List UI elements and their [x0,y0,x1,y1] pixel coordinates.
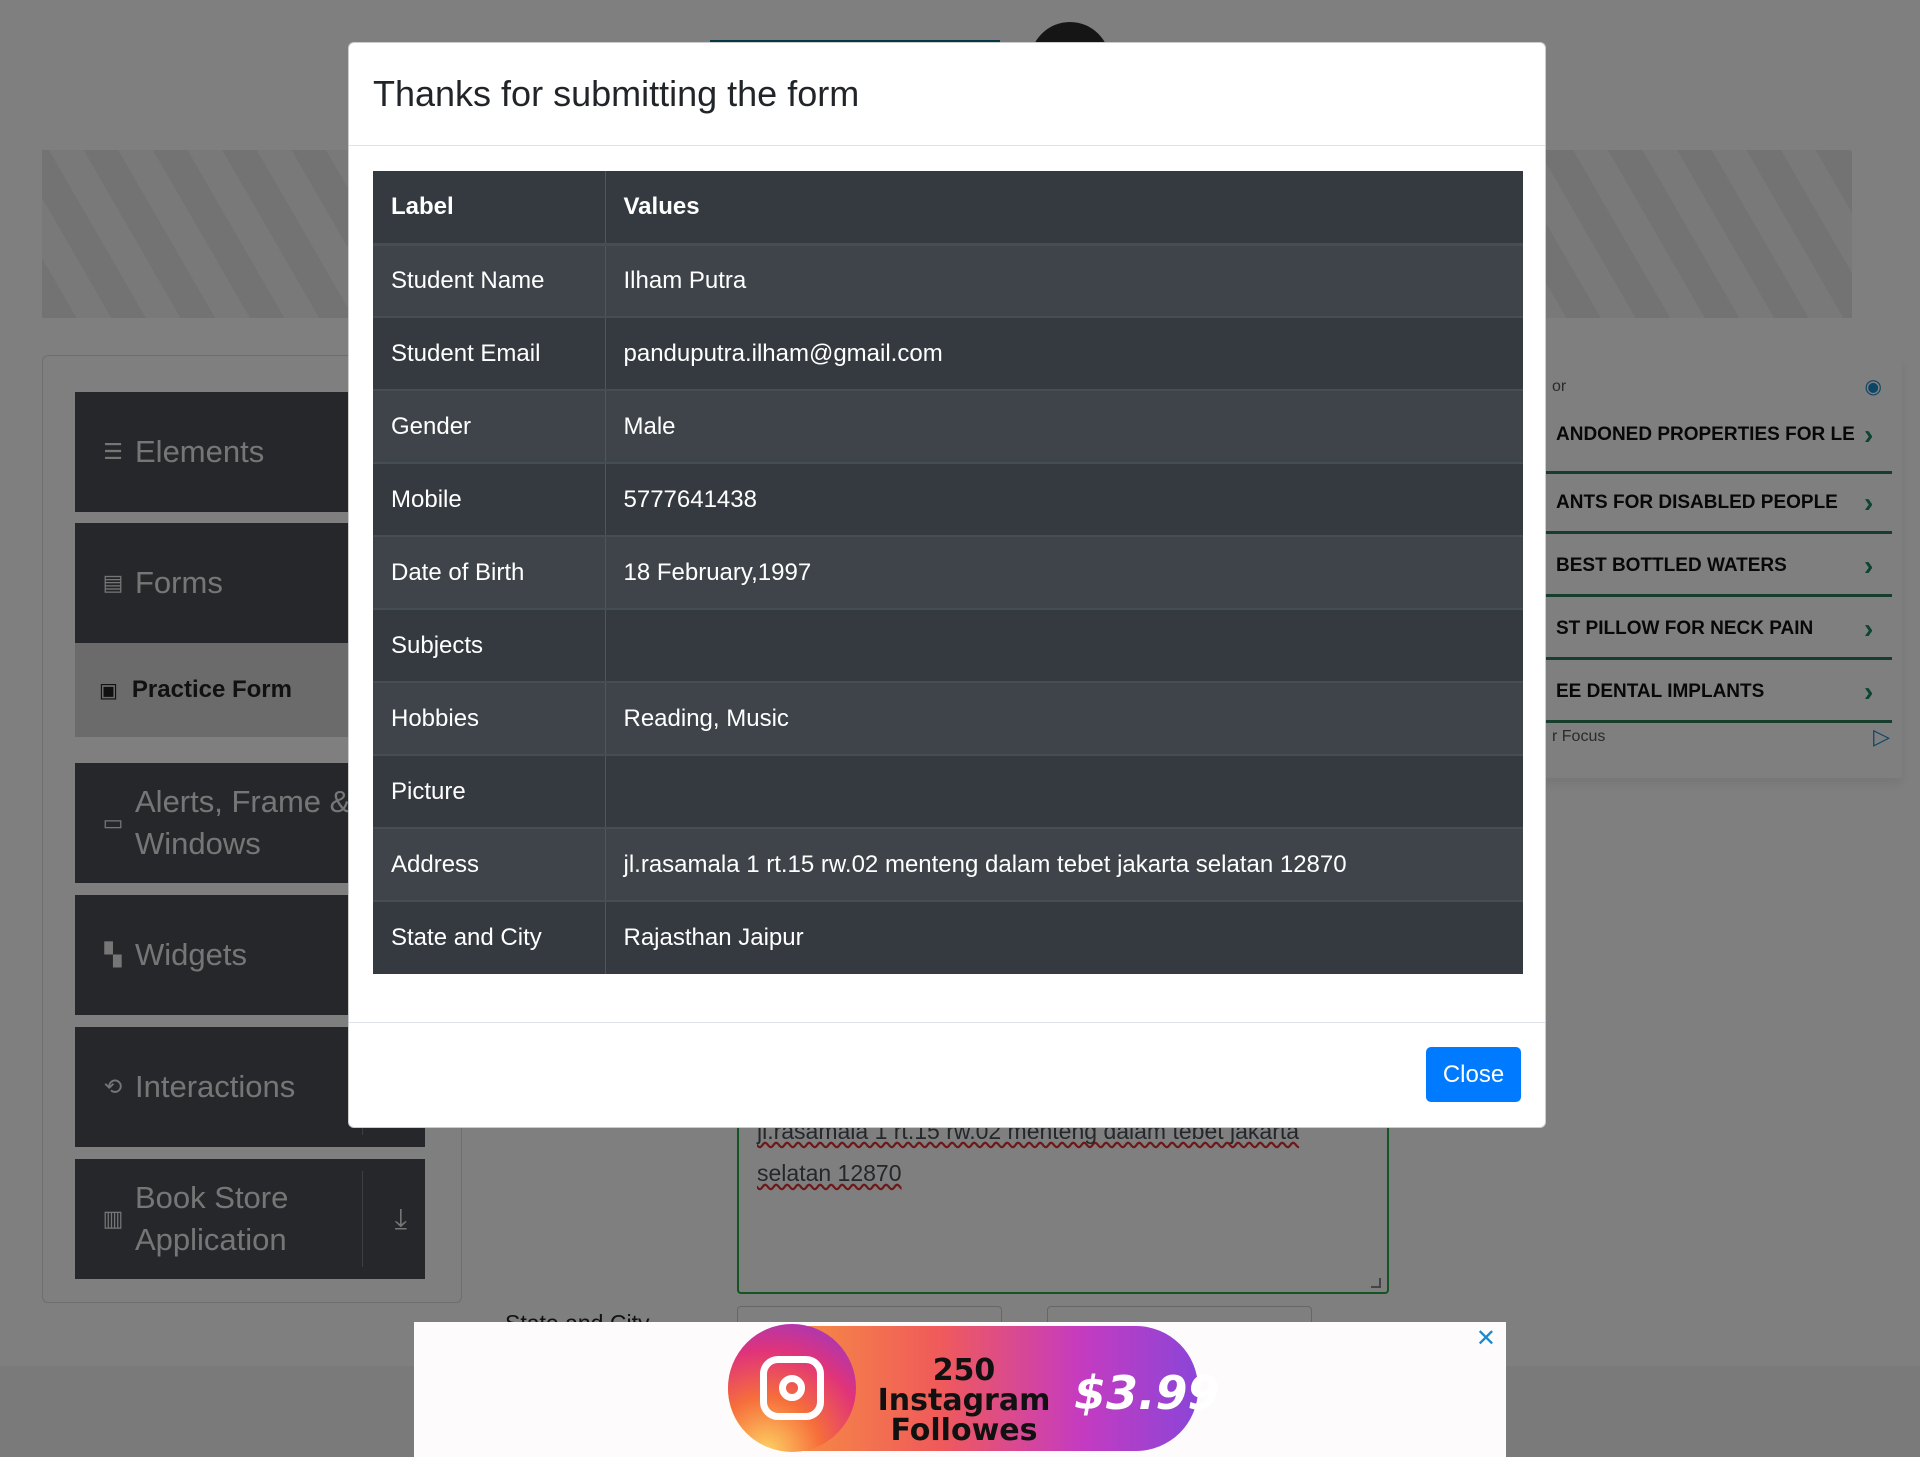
instagram-icon [728,1324,856,1452]
row-value: Ilham Putra [605,243,1523,317]
row-value: Rajasthan Jaipur [605,900,1523,974]
results-table: Label Values Student Name Ilham Putra Stu… [373,171,1523,974]
ad-line: Followes [890,1413,1038,1448]
row-label: Mobile [373,462,606,536]
row-value: Male [605,389,1523,463]
row-value: 5777641438 [605,462,1523,536]
column-header-values: Values [605,171,1523,246]
row-value: panduputra.ilham@gmail.com [605,316,1523,390]
table-row: Mobile 5777641438 [373,462,1523,536]
row-label: Student Name [373,243,606,317]
close-ad-icon[interactable]: ✕ [1476,1324,1496,1353]
row-value: jl.rasamala 1 rt.15 rw.02 menteng dalam … [605,827,1523,901]
table-row: Subjects [373,608,1523,682]
modal-footer: Close [349,1022,1545,1127]
table-header-row: Label Values [373,171,1523,246]
row-label: Date of Birth [373,535,606,609]
row-label: Address [373,827,606,901]
row-value [605,608,1523,682]
row-label: Picture [373,754,606,828]
table-row: State and City Rajasthan Jaipur [373,900,1523,974]
results-table-container: Label Values Student Name Ilham Putra Stu… [373,171,1523,974]
row-label: Subjects [373,608,606,682]
row-label: Hobbies [373,681,606,755]
row-value: Reading, Music [605,681,1523,755]
modal-title: Thanks for submitting the form [373,73,860,114]
ad-line: 250 Instagram [877,1353,1051,1418]
row-value [605,754,1523,828]
row-label: State and City [373,900,606,974]
close-button[interactable]: Close [1426,1047,1521,1102]
submission-modal: Thanks for submitting the form Label Val… [348,42,1546,1128]
row-label: Student Email [373,316,606,390]
table-row: Address jl.rasamala 1 rt.15 rw.02 menteng… [373,827,1523,901]
row-value: 18 February,1997 [605,535,1523,609]
ad-headline: 250 Instagram Followes [864,1356,1064,1446]
table-row: Student Name Ilham Putra [373,243,1523,317]
bottom-advertisement[interactable]: ✕ 250 Instagram Followes $3.99 [414,1322,1506,1457]
column-header-label: Label [373,171,606,246]
modal-header: Thanks for submitting the form [349,43,1545,146]
table-row: Student Email panduputra.ilham@gmail.com [373,316,1523,390]
row-label: Gender [373,389,606,463]
table-row: Gender Male [373,389,1523,463]
table-row: Picture [373,754,1523,828]
ad-price: $3.99 [1074,1366,1220,1420]
table-row: Hobbies Reading, Music [373,681,1523,755]
table-row: Date of Birth 18 February,1997 [373,535,1523,609]
